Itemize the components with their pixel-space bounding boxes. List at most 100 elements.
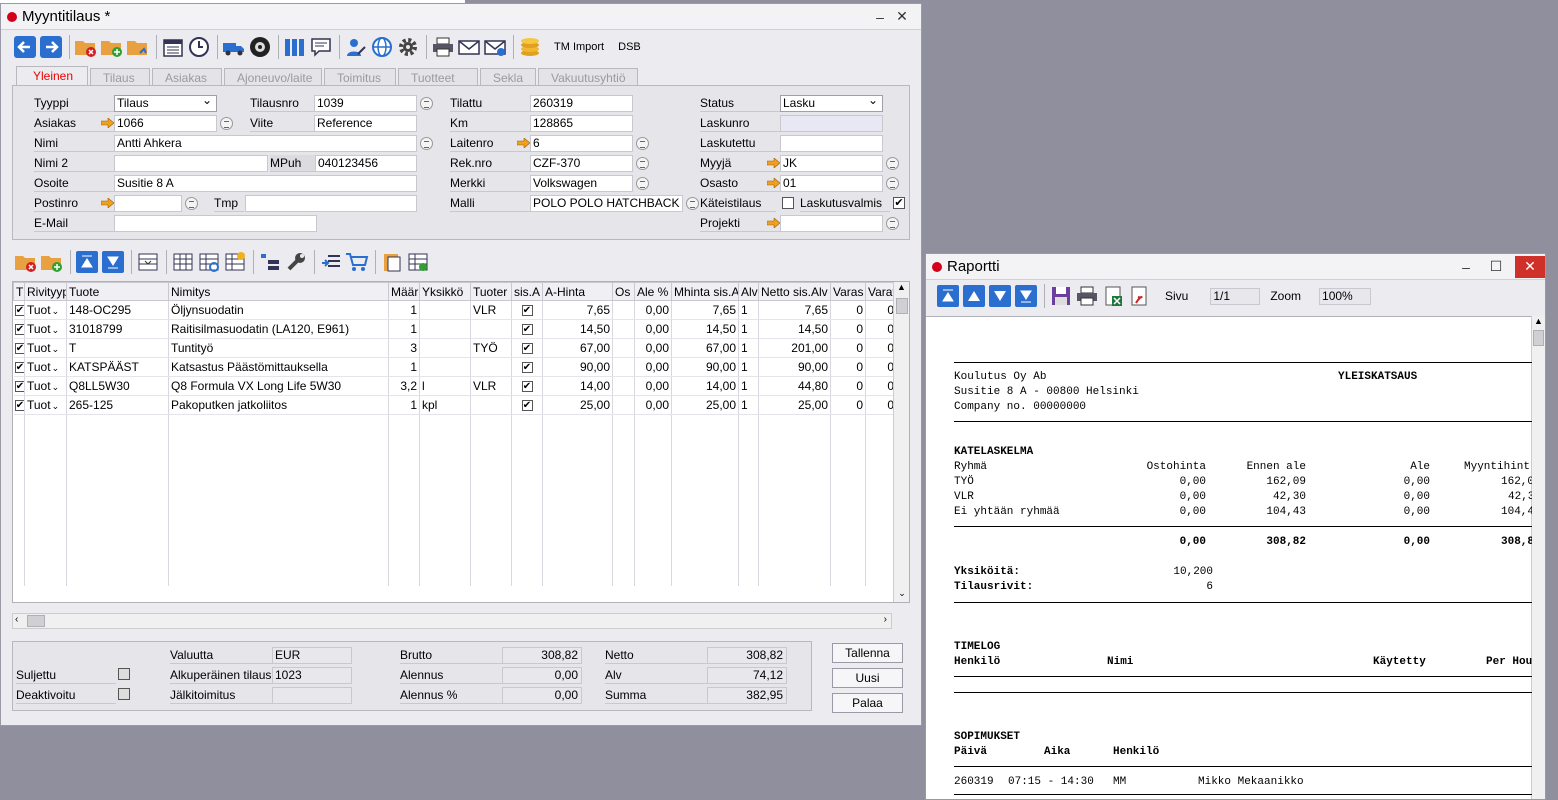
wrench-icon[interactable]: [284, 250, 308, 274]
chevron-down-icon[interactable]: ⌄: [52, 363, 60, 373]
row-delete-icon[interactable]: [14, 250, 38, 274]
cell-varas[interactable]: 0: [830, 300, 866, 320]
cell-os[interactable]: [612, 376, 635, 396]
cell-mhinta[interactable]: [671, 433, 739, 453]
chevron-down-icon[interactable]: ⌄: [52, 344, 60, 354]
viite-field[interactable]: Reference: [314, 115, 417, 132]
cell-t[interactable]: [13, 452, 25, 472]
scroll-left-icon[interactable]: ‹: [15, 614, 18, 625]
cell-alv[interactable]: [738, 433, 759, 453]
truck-icon[interactable]: [222, 35, 246, 59]
save-icon[interactable]: [1049, 284, 1073, 308]
cell-nimitys[interactable]: [168, 471, 389, 491]
table-row[interactable]: [13, 433, 897, 453]
table-add-icon[interactable]: [406, 250, 430, 274]
cell-tuoter[interactable]: VLR: [470, 376, 512, 396]
cell-alv[interactable]: [738, 528, 759, 548]
cell-nimitys[interactable]: [168, 509, 389, 529]
cell-t[interactable]: [13, 566, 25, 586]
cell-rivityyppi[interactable]: Tuot⌄: [24, 357, 67, 377]
binders-icon[interactable]: [283, 35, 307, 59]
grid-header-8[interactable]: A-Hinta: [542, 282, 613, 301]
cell-mhinta[interactable]: [671, 490, 739, 510]
osoite-field[interactable]: Susitie 8 A: [114, 175, 417, 192]
clock-icon[interactable]: [187, 35, 211, 59]
tilattu-field[interactable]: 260319: [530, 95, 633, 112]
cell-os[interactable]: [612, 357, 635, 377]
cell-rivityyppi[interactable]: Tuot⌄: [24, 300, 67, 320]
cell-sis[interactable]: [511, 566, 543, 586]
laskutettu-field[interactable]: [780, 135, 883, 152]
cell-rivityyppi[interactable]: [24, 566, 67, 586]
cell-netto[interactable]: 201,00: [758, 338, 831, 358]
mail-icon[interactable]: [457, 35, 481, 59]
cell-tuote[interactable]: [66, 414, 169, 434]
cell-ale[interactable]: [634, 528, 672, 548]
postinro-lookup-icon[interactable]: [185, 197, 198, 210]
cell-os[interactable]: [612, 433, 635, 453]
cell-nimitys[interactable]: [168, 433, 389, 453]
myyja-lookup-icon[interactable]: [886, 157, 899, 170]
import-list-icon[interactable]: [319, 250, 343, 274]
grid-horizontal-scrollbar[interactable]: ‹ ›: [12, 613, 892, 629]
cell-nimitys[interactable]: [168, 414, 389, 434]
merkki-field[interactable]: Volkswagen: [530, 175, 633, 192]
cell-sis[interactable]: [511, 509, 543, 529]
cell-yksikko[interactable]: [419, 300, 471, 320]
cell-tuoter[interactable]: VLR: [470, 300, 512, 320]
cell-mhinta[interactable]: 7,65: [671, 300, 739, 320]
cell-t[interactable]: [13, 471, 25, 491]
cell-sis[interactable]: [511, 471, 543, 491]
cell-alv[interactable]: 1: [738, 357, 759, 377]
cell-t[interactable]: [13, 414, 25, 434]
cell-maara[interactable]: [388, 452, 420, 472]
table-row[interactable]: ✔ Tuot⌄ Q8LL5W30 Q8 Formula VX Long Life 5W…: [13, 376, 897, 396]
cell-maara[interactable]: [388, 509, 420, 529]
report-vertical-scrollbar[interactable]: ▲: [1531, 316, 1545, 799]
cell-maara[interactable]: [388, 414, 420, 434]
list-tree-icon[interactable]: [258, 250, 282, 274]
report-minimize-icon[interactable]: –: [1455, 256, 1477, 278]
cell-tuoter[interactable]: [470, 471, 512, 491]
cell-varat[interactable]: 0: [865, 376, 897, 396]
cell-nimitys[interactable]: Q8 Formula VX Long Life 5W30: [168, 376, 389, 396]
reknro-field[interactable]: CZF-370: [530, 155, 633, 172]
tm-import-button[interactable]: TM Import: [554, 41, 604, 53]
cell-alv[interactable]: 1: [738, 395, 759, 415]
cell-tuoter[interactable]: [470, 357, 512, 377]
table-link-icon[interactable]: [197, 250, 221, 274]
cell-yksikko[interactable]: [419, 319, 471, 339]
cell-tuote[interactable]: 31018799: [66, 319, 169, 339]
cart-icon[interactable]: [345, 250, 369, 274]
nimi2-field[interactable]: [114, 155, 268, 172]
deaktivoitu-checkbox[interactable]: [118, 688, 130, 700]
cell-maara[interactable]: [388, 433, 420, 453]
row-check-icon[interactable]: ✔: [14, 343, 24, 355]
table-row[interactable]: [13, 509, 897, 529]
grid-header-9[interactable]: Os: [612, 282, 635, 301]
tyyppi-select[interactable]: Tilaus: [114, 93, 217, 112]
cell-ale[interactable]: 0,00: [634, 395, 672, 415]
cell-yksikko[interactable]: [419, 490, 471, 510]
chevron-down-icon[interactable]: ⌄: [52, 382, 60, 392]
report-scroll-up-icon[interactable]: ▲: [1532, 316, 1545, 326]
globe-icon[interactable]: [370, 35, 394, 59]
suljettu-checkbox[interactable]: [118, 668, 130, 680]
excel-export-icon[interactable]: [1101, 284, 1125, 308]
cell-rivityyppi[interactable]: [24, 490, 67, 510]
cell-varas[interactable]: 0: [830, 338, 866, 358]
cell-sis[interactable]: [511, 452, 543, 472]
cell-t[interactable]: [13, 528, 25, 548]
cell-tuote[interactable]: T: [66, 338, 169, 358]
cell-tuoter[interactable]: [470, 395, 512, 415]
prev-page-icon[interactable]: [962, 284, 986, 308]
cell-maara[interactable]: 3,2: [388, 376, 420, 396]
insert-row-icon[interactable]: [136, 250, 160, 274]
cell-netto[interactable]: [758, 433, 831, 453]
osasto-lookup-icon[interactable]: [886, 177, 899, 190]
cell-varas[interactable]: [830, 433, 866, 453]
cell-ale[interactable]: [634, 433, 672, 453]
cell-tuoter[interactable]: [470, 566, 512, 586]
cell-rivityyppi[interactable]: [24, 433, 67, 453]
cell-netto[interactable]: [758, 566, 831, 586]
